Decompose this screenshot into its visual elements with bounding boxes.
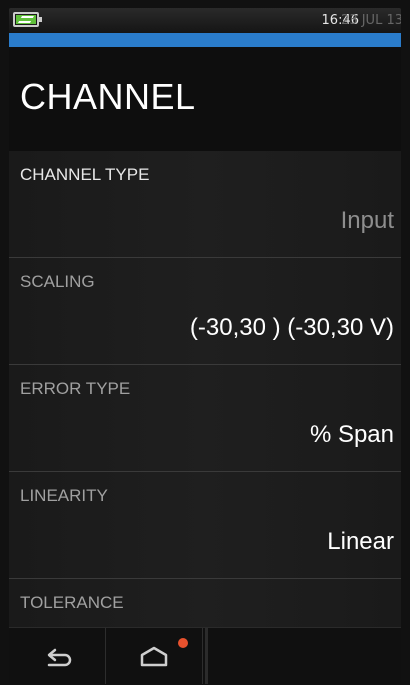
battery-charging-icon — [13, 12, 42, 27]
navigation-bar — [9, 627, 401, 684]
status-bar: 16:46 23 JUL 13 — [9, 8, 401, 33]
setting-label: CHANNEL TYPE — [20, 165, 150, 184]
setting-value: (-30,30 ) (-30,30 V) — [189, 314, 394, 341]
back-arrow-icon — [9, 628, 105, 684]
settings-list: CHANNEL TYPE Input SCALING (-30,30 ) (-3… — [9, 151, 401, 649]
setting-label: TOLERANCE — [20, 593, 124, 612]
setting-row-error-type[interactable]: ERROR TYPE % Span — [9, 365, 401, 472]
setting-value: Input — [340, 207, 394, 234]
nav-divider — [205, 628, 208, 684]
setting-label: SCALING — [20, 272, 95, 291]
accent-bar — [9, 33, 401, 47]
home-icon — [106, 628, 202, 684]
status-date: 23 JUL 13 — [341, 13, 401, 28]
setting-label: ERROR TYPE — [20, 379, 131, 398]
device-screen: 16:46 23 JUL 13 CHANNEL CHANNEL TYPE Inp… — [9, 8, 401, 684]
notification-dot — [178, 638, 188, 648]
setting-row-linearity[interactable]: LINEARITY Linear — [9, 472, 401, 579]
setting-label: LINEARITY — [20, 486, 108, 505]
setting-row-scaling[interactable]: SCALING (-30,30 ) (-30,30 V) — [9, 258, 401, 365]
setting-value: Linear — [327, 528, 394, 555]
back-button[interactable] — [9, 628, 106, 684]
page-title: CHANNEL — [20, 76, 196, 117]
home-button[interactable] — [106, 628, 203, 684]
setting-value: % Span — [309, 421, 394, 448]
setting-row-channel-type[interactable]: CHANNEL TYPE Input — [9, 151, 401, 258]
